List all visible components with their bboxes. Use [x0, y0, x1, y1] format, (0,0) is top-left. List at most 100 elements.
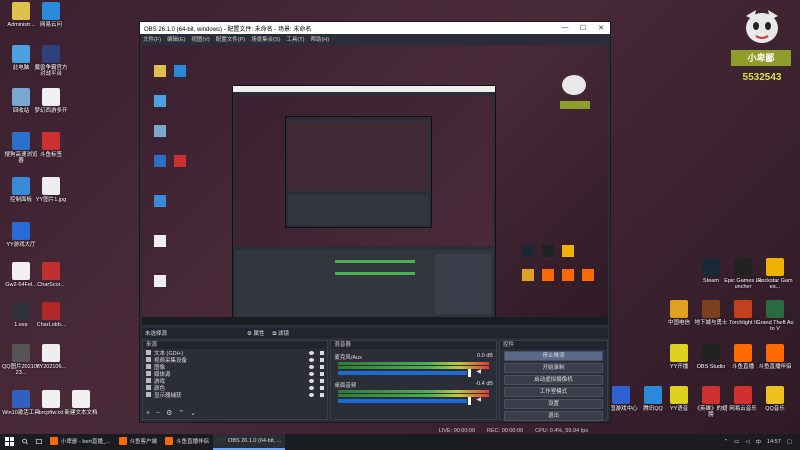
move-up-button[interactable]: ⌃: [178, 410, 184, 417]
menu-item[interactable]: 文件(F): [143, 35, 161, 43]
lock-icon[interactable]: [320, 378, 325, 383]
preview-icon: [174, 65, 186, 77]
audio-level-meter: [338, 394, 489, 397]
desktop-icon[interactable]: 网易云问: [32, 2, 70, 28]
desktop-icon[interactable]: 斗鱼标签: [32, 132, 70, 158]
desktop-icon[interactable]: 新建文本文档: [62, 390, 100, 416]
source-settings-icon[interactable]: ⚙: [166, 410, 172, 417]
menu-item[interactable]: 编辑(E): [167, 35, 185, 43]
desktop-icon[interactable]: YY游戏大厅: [2, 222, 40, 248]
lock-icon[interactable]: [320, 385, 325, 390]
nested-meter-1: [335, 260, 415, 263]
nested-nested-docks: [288, 195, 429, 225]
preview-icon: [154, 125, 166, 137]
mixer-header: 混音器: [331, 341, 496, 349]
volume-slider-handle[interactable]: [467, 369, 471, 377]
control-button[interactable]: 停止推流: [503, 351, 603, 361]
nested-docks: [235, 250, 493, 325]
source-item[interactable]: 游戏: [143, 377, 327, 385]
control-button[interactable]: 设置: [503, 399, 603, 409]
menu-item[interactable]: 场景集合(S): [251, 35, 280, 43]
preview-mascot-icon: [562, 75, 586, 95]
volume-slider[interactable]: [338, 369, 471, 377]
menu-item[interactable]: 视图(V): [191, 35, 209, 43]
move-down-button[interactable]: ⌄: [190, 410, 196, 417]
search-button[interactable]: [18, 434, 32, 450]
notifications-icon[interactable]: ▢: [787, 439, 792, 445]
source-item[interactable]: 视频采集设备: [143, 356, 327, 364]
control-button[interactable]: 启动虚拟摄像机: [503, 375, 603, 385]
minimize-button[interactable]: —: [556, 24, 574, 32]
desktop-icon[interactable]: Rockstar Games...: [756, 258, 794, 290]
source-item[interactable]: 媒体源: [143, 370, 327, 378]
speaker-icon[interactable]: ◀: [476, 396, 493, 403]
preview-icon: [542, 269, 554, 281]
volume-slider-handle[interactable]: [467, 397, 471, 405]
source-item[interactable]: 图像: [143, 363, 327, 371]
properties-button[interactable]: ⚙ 属性: [247, 329, 264, 337]
taskbar-app[interactable]: 小卑鄙 - bert直播_...: [46, 434, 115, 450]
lock-icon[interactable]: [320, 392, 325, 397]
visibility-eye-icon[interactable]: [309, 371, 315, 376]
desktop-icon[interactable]: 魔兽争霸官方对战平台: [32, 45, 70, 77]
desktop-icon[interactable]: CharLobb...: [32, 302, 70, 328]
menu-item[interactable]: 配置文件(P): [216, 35, 245, 43]
source-type-icon: [146, 378, 151, 383]
network-icon[interactable]: ▭: [734, 439, 739, 445]
maximize-button[interactable]: ☐: [574, 24, 592, 32]
obs-preview[interactable]: [142, 45, 608, 325]
volume-slider[interactable]: [338, 397, 471, 405]
filters-button[interactable]: ⧉ 滤镜: [273, 329, 289, 338]
obs-title: OBS 26.1.0 (64-bit, windows) - 配置文件: 未命名…: [144, 26, 312, 33]
nested-nested-window: [285, 116, 432, 228]
lock-icon[interactable]: [320, 364, 325, 369]
taskbar-app[interactable]: 斗鱼客户端: [115, 434, 162, 450]
control-button[interactable]: 退出: [503, 411, 603, 421]
tray-up-arrow-icon[interactable]: ⌃: [723, 439, 728, 445]
taskbar-app[interactable]: 斗鱼直播伴侣: [161, 434, 213, 450]
start-button[interactable]: [0, 434, 18, 450]
task-view-button[interactable]: [32, 434, 46, 450]
source-label: 显示器捕获: [154, 392, 182, 399]
desktop-icon[interactable]: YY202106...: [32, 344, 70, 370]
desktop-icon[interactable]: 斗鱼直播伴侣: [756, 344, 794, 370]
mixer-channel: 麦克风/Aux 0.0 dB ◀: [331, 351, 496, 377]
lock-icon[interactable]: [320, 357, 325, 362]
obs-titlebar[interactable]: OBS 26.1.0 (64-bit, windows) - 配置文件: 未命名…: [140, 22, 610, 34]
menu-item[interactable]: 工具(T): [286, 35, 304, 43]
desktop-icon[interactable]: QQ音乐: [756, 386, 794, 412]
speaker-icon[interactable]: ◀: [476, 368, 493, 375]
mixer-list: 麦克风/Aux 0.0 dB ◀ 桌面音频 -0.4 dB ◀: [331, 351, 496, 405]
desktop-icon[interactable]: Grand Theft Auto V: [756, 300, 794, 332]
visibility-eye-icon[interactable]: [309, 378, 315, 383]
visibility-eye-icon[interactable]: [309, 392, 315, 397]
desktop-icon[interactable]: CharScor...: [32, 262, 70, 288]
control-button[interactable]: 工作室模式: [503, 387, 603, 397]
visibility-eye-icon[interactable]: [309, 385, 315, 390]
app-icon: [42, 2, 60, 20]
app-icon: [42, 177, 60, 195]
app-icon: [12, 45, 30, 63]
menu-item[interactable]: 帮助(H): [310, 35, 329, 43]
taskbar-app[interactable]: OBS 26.1.0 (64-bit, ...: [213, 434, 286, 450]
visibility-eye-icon[interactable]: [309, 364, 315, 369]
lock-icon[interactable]: [320, 371, 325, 376]
volume-icon[interactable]: ◁: [745, 439, 749, 445]
input-language[interactable]: 中: [756, 438, 762, 446]
remove-source-button[interactable]: −: [156, 410, 160, 417]
lock-icon[interactable]: [320, 350, 325, 355]
control-button[interactable]: 开始录制: [503, 363, 603, 373]
desktop-icon[interactable]: YY图片1.jpg: [32, 177, 70, 203]
desktop-icon-label: YY游戏大厅: [6, 242, 36, 248]
close-button[interactable]: ✕: [592, 24, 610, 32]
clock[interactable]: 14:57: [767, 439, 781, 445]
app-icon: [766, 386, 784, 404]
desktop-icon[interactable]: 梦幻西游多开: [32, 88, 70, 114]
add-source-button[interactable]: +: [146, 410, 150, 417]
obs-menubar: 文件(F) 编辑(E) 视图(V) 配置文件(P) 场景集合(S) 工具(T) 帮助(H): [140, 34, 610, 44]
source-item[interactable]: 显示器捕获: [143, 391, 327, 399]
visibility-eye-icon[interactable]: [309, 357, 315, 362]
mixer-channel: 桌面音频 -0.4 dB ◀: [331, 379, 496, 405]
visibility-eye-icon[interactable]: [309, 350, 315, 355]
streamer-name-badge: 小卑鄙: [731, 50, 791, 66]
